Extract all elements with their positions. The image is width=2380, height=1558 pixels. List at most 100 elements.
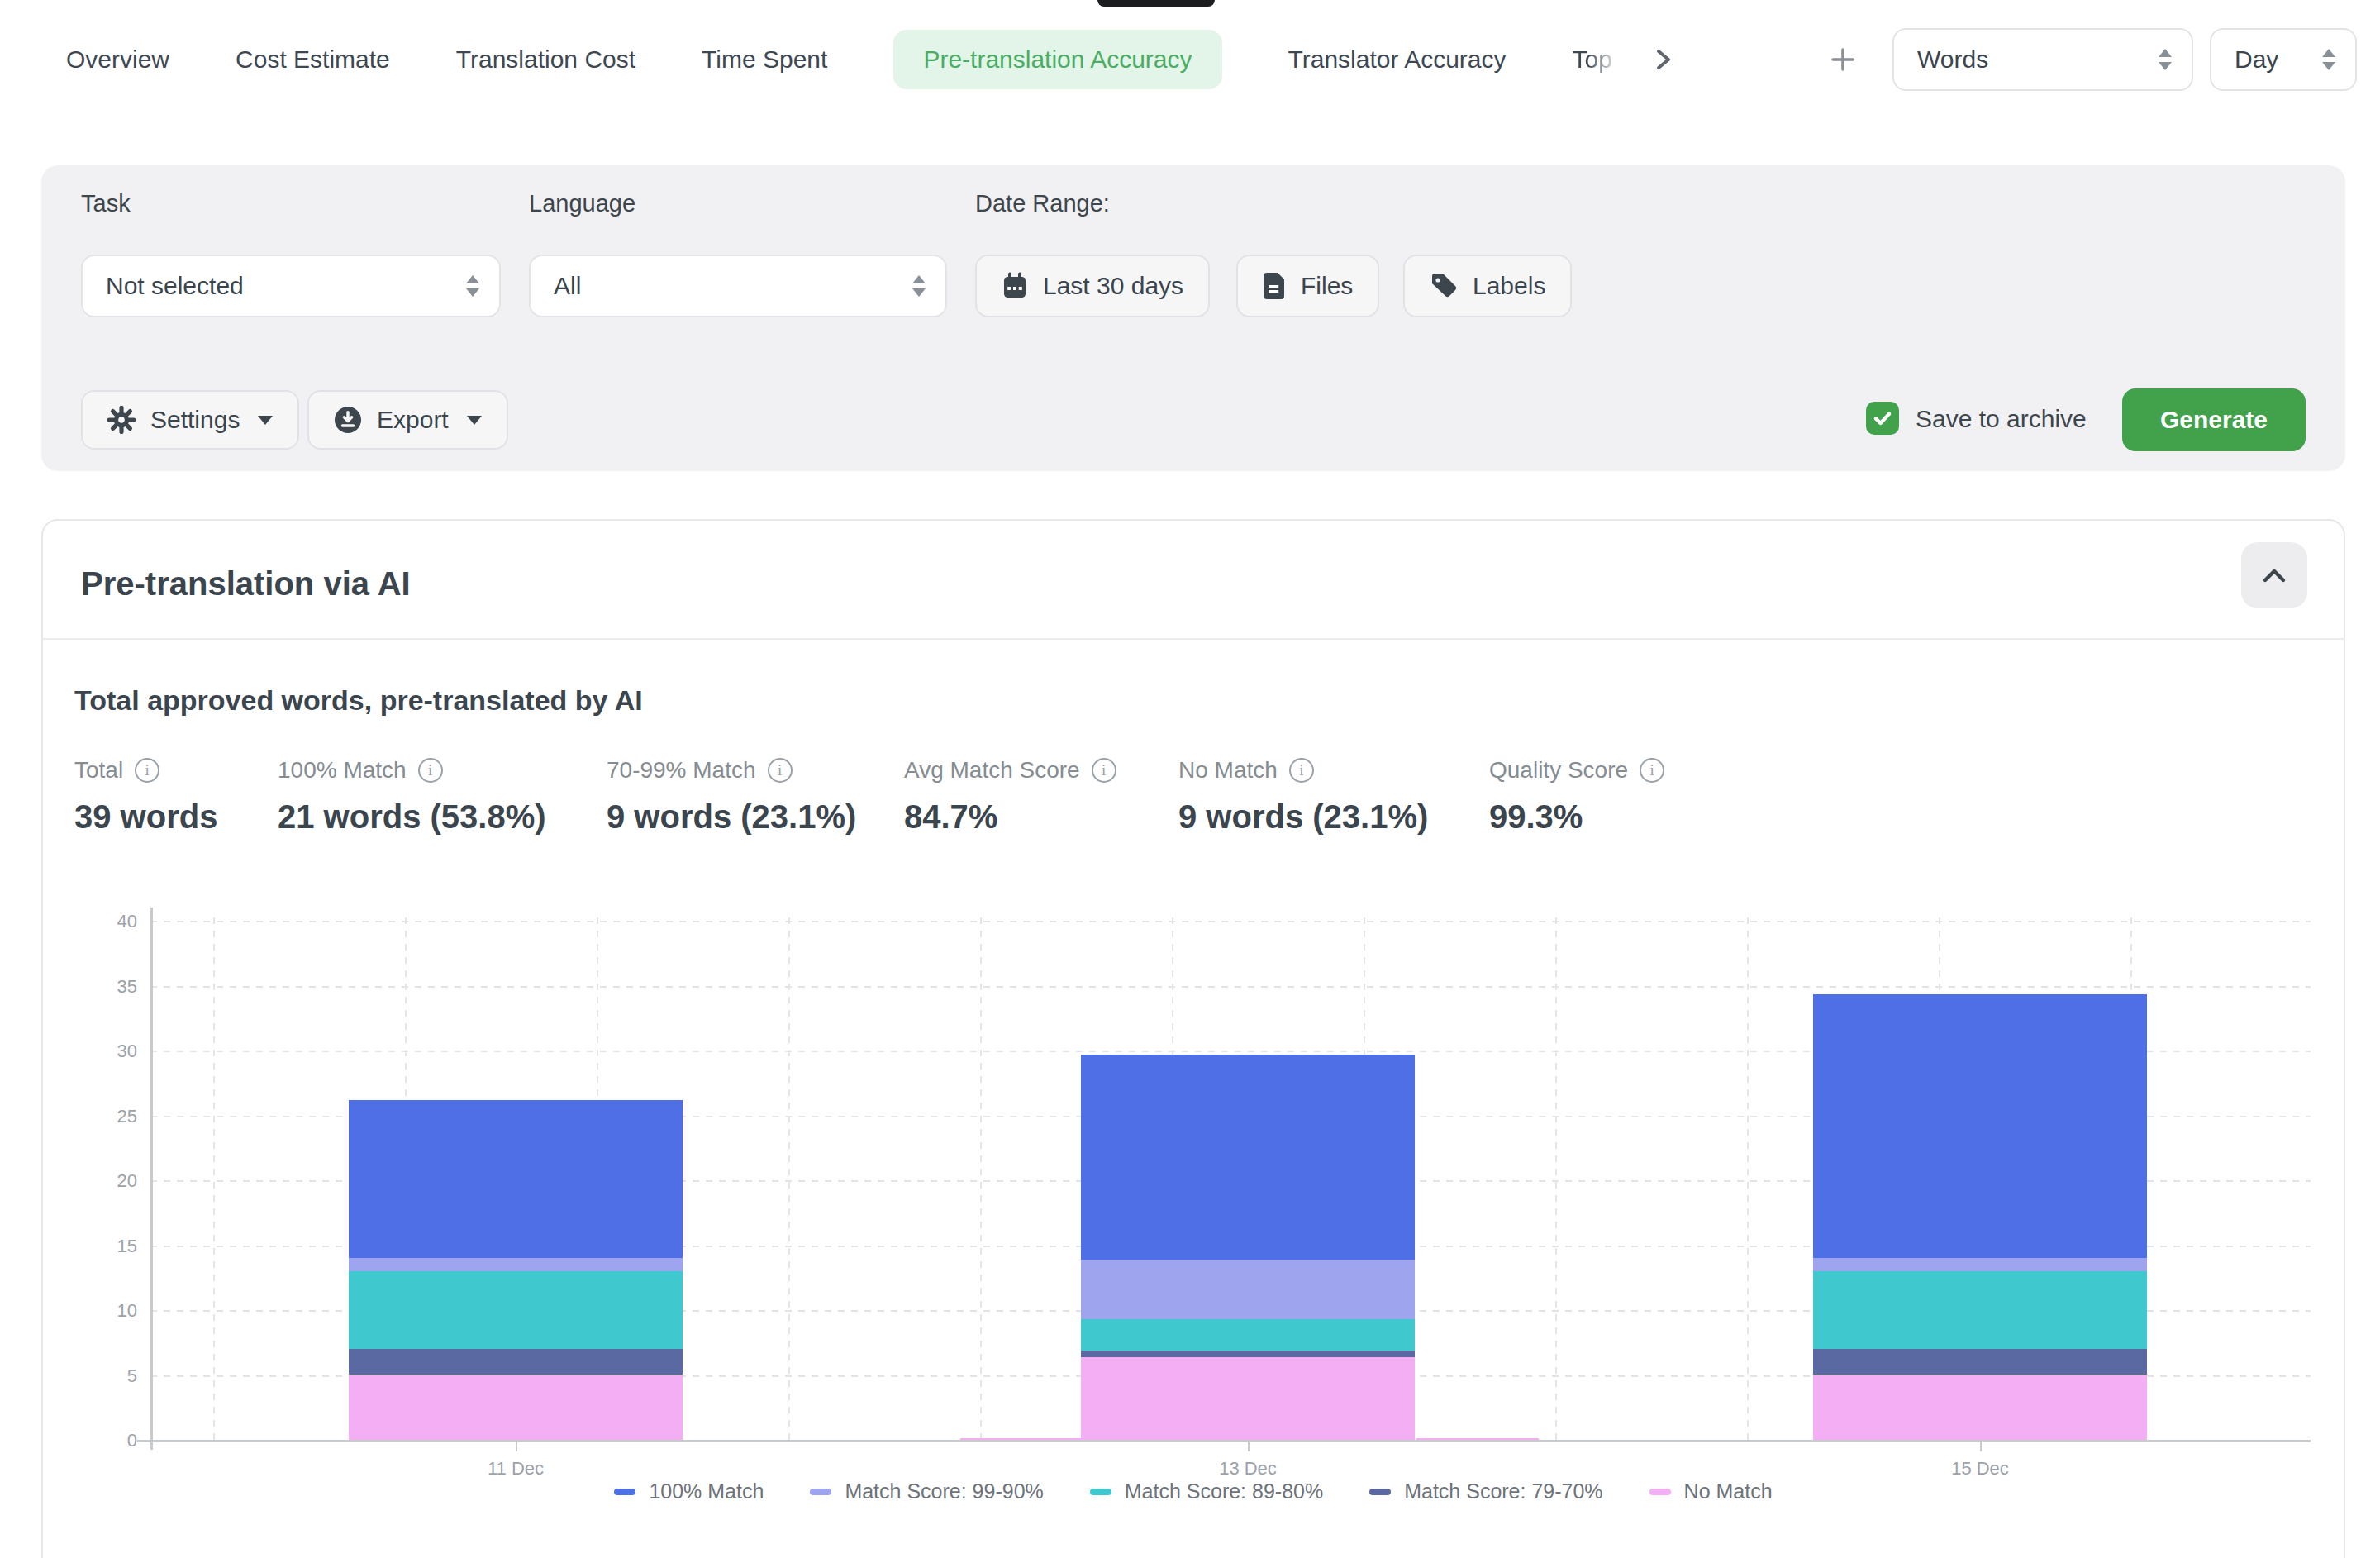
- legend-item-100-match[interactable]: 100% Match: [614, 1479, 764, 1503]
- v-gridline: [1555, 911, 1557, 1440]
- settings-button[interactable]: Settings: [81, 390, 299, 450]
- x-axis-label: 15 Dec: [1914, 1458, 2046, 1479]
- bar-segment-match-score-89-80-[interactable]: [1081, 1319, 1415, 1351]
- date-range-button[interactable]: Last 30 days: [975, 255, 1210, 317]
- bar-segment-100-match[interactable]: [1813, 994, 2147, 1258]
- info-icon[interactable]: i: [1092, 758, 1116, 783]
- y-axis-label: 15: [88, 1236, 137, 1257]
- select-arrows-icon: [2159, 49, 2172, 70]
- chevron-right-icon[interactable]: [1652, 48, 1675, 71]
- select-arrows-icon: [912, 275, 926, 297]
- download-icon: [334, 406, 362, 434]
- labels-button[interactable]: Labels: [1403, 255, 1572, 317]
- tab-translation-cost[interactable]: Translation Cost: [456, 45, 635, 74]
- language-select-value: All: [554, 272, 896, 300]
- stat-total: Totali39 words: [74, 757, 217, 836]
- bar-segment-match-score-79-70-[interactable]: [1813, 1349, 2147, 1375]
- calendar-icon: [1002, 272, 1028, 300]
- y-axis-label: 25: [88, 1106, 137, 1127]
- v-gridline: [788, 911, 790, 1440]
- chart-legend: 100% Match Match Score: 99-90% Match Score…: [43, 1479, 2344, 1503]
- stat-label-text: 70-99% Match: [607, 757, 756, 784]
- unit-select[interactable]: Words: [1892, 28, 2193, 91]
- bar-segment-match-score-99-90-[interactable]: [349, 1258, 683, 1271]
- stat-label-text: Quality Score: [1489, 757, 1628, 784]
- bar-segment-match-score-99-90-[interactable]: [1813, 1258, 2147, 1271]
- x-axis-label: 13 Dec: [1182, 1458, 1314, 1479]
- language-label: Language: [529, 190, 635, 217]
- bar-segment-match-score-79-70-[interactable]: [349, 1349, 683, 1375]
- info-icon[interactable]: i: [418, 758, 443, 783]
- date-range-label: Date Range:: [975, 190, 1110, 217]
- legend-item-no-match[interactable]: No Match: [1649, 1479, 1773, 1503]
- info-icon[interactable]: i: [135, 758, 159, 783]
- x-axis-tick: [1248, 1441, 1250, 1451]
- settings-button-label: Settings: [150, 406, 240, 434]
- stat-label-text: 100% Match: [278, 757, 407, 784]
- bar-segment-no-match[interactable]: [349, 1375, 683, 1441]
- h-gridline: [150, 986, 2311, 988]
- date-range-value: Last 30 days: [1043, 272, 1183, 300]
- bar-segment-match-score-79-70-[interactable]: [1081, 1351, 1415, 1357]
- task-select[interactable]: Not selected: [81, 255, 501, 317]
- files-button[interactable]: Files: [1236, 255, 1379, 317]
- stat-value: 99.3%: [1489, 798, 1664, 836]
- files-button-label: Files: [1301, 272, 1353, 300]
- v-gridline: [980, 911, 982, 1440]
- save-to-archive-checkbox[interactable]: [1866, 402, 1899, 435]
- legend-item-match-score-79-70-[interactable]: Match Score: 79-70%: [1369, 1479, 1602, 1503]
- tab-time-spent[interactable]: Time Spent: [702, 45, 827, 74]
- report-tabs: Overview Cost Estimate Translation Cost Tim…: [66, 26, 2357, 93]
- collapse-button[interactable]: [2241, 542, 2307, 608]
- export-button[interactable]: Export: [307, 390, 508, 450]
- tab-cost-estimate[interactable]: Cost Estimate: [236, 45, 390, 74]
- period-select[interactable]: Day: [2210, 28, 2357, 91]
- y-axis-label: 40: [88, 911, 137, 932]
- bar-segment-match-score-89-80-[interactable]: [349, 1271, 683, 1349]
- info-icon[interactable]: i: [1289, 758, 1314, 783]
- stat-label-text: Avg Match Score: [904, 757, 1080, 784]
- save-to-archive-label: Save to archive: [1916, 405, 2087, 433]
- gear-icon: [107, 406, 136, 434]
- export-button-label: Export: [377, 406, 449, 434]
- chevron-up-icon: [2262, 567, 2287, 584]
- language-select[interactable]: All: [529, 255, 947, 317]
- info-icon[interactable]: i: [768, 758, 793, 783]
- bar-segment-no-match[interactable]: [1416, 1438, 1539, 1440]
- stat-70-99-match: 70-99% Matchi9 words (23.1%): [607, 757, 856, 836]
- caret-down-icon: [258, 416, 273, 425]
- y-axis-line: [150, 908, 153, 1450]
- bar-segment-no-match[interactable]: [1081, 1357, 1415, 1440]
- legend-swatch: [614, 1489, 635, 1495]
- tab-overview[interactable]: Overview: [66, 45, 169, 74]
- generate-button[interactable]: Generate: [2122, 388, 2306, 451]
- period-select-value: Day: [2235, 45, 2306, 74]
- tab-top[interactable]: Top: [1573, 45, 1622, 74]
- bar-segment-match-score-99-90-[interactable]: [1081, 1260, 1415, 1319]
- legend-item-match-score-99-90-[interactable]: Match Score: 99-90%: [810, 1479, 1043, 1503]
- filters-panel: Task Not selected Language All Date Rang…: [41, 165, 2345, 471]
- tab-translator-accuracy[interactable]: Translator Accuracy: [1288, 45, 1507, 74]
- bar-segment-100-match[interactable]: [1081, 1055, 1415, 1260]
- stat-value: 21 words (53.8%): [278, 798, 546, 836]
- top-notch-decoration: [1097, 0, 1215, 7]
- stacked-bar-chart: 051015202530354011 Dec13 Dec15 Dec100% M…: [43, 898, 2344, 1558]
- add-tab-plus-icon[interactable]: [1830, 46, 1856, 73]
- y-axis-label: 35: [88, 976, 137, 998]
- info-icon[interactable]: i: [1640, 758, 1664, 783]
- task-label: Task: [81, 190, 131, 217]
- legend-label: Match Score: 89-80%: [1125, 1479, 1323, 1503]
- y-axis-label: 0: [88, 1430, 137, 1451]
- bar-segment-no-match[interactable]: [960, 1438, 1083, 1440]
- x-axis-line: [137, 1440, 2311, 1442]
- bar-segment-match-score-89-80-[interactable]: [1813, 1271, 2147, 1349]
- y-axis-label: 5: [88, 1365, 137, 1387]
- pre-translation-card: Pre-translation via AI Total approved wo…: [41, 519, 2345, 1558]
- legend-item-match-score-89-80-[interactable]: Match Score: 89-80%: [1090, 1479, 1323, 1503]
- task-select-value: Not selected: [106, 272, 450, 300]
- tab-pre-translation-accuracy[interactable]: Pre-translation Accuracy: [893, 30, 1221, 89]
- stat-label: Quality Score i: [1489, 757, 1664, 784]
- bar-segment-100-match[interactable]: [349, 1100, 683, 1259]
- legend-swatch: [810, 1489, 831, 1495]
- bar-segment-no-match[interactable]: [1813, 1375, 2147, 1441]
